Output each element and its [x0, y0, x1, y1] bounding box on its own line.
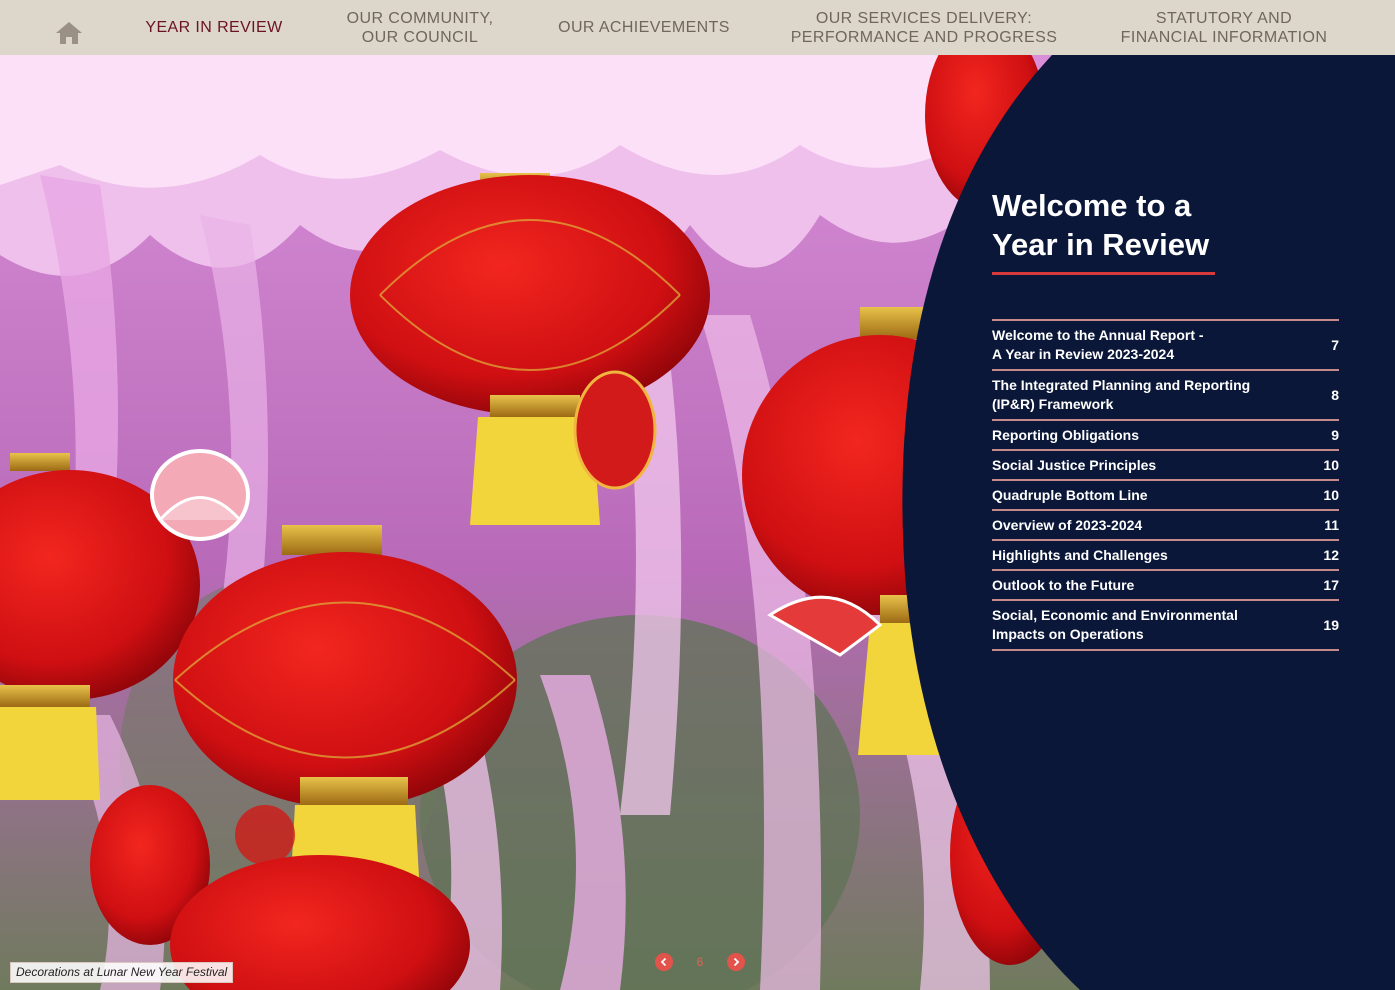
toc-item-label: Social Justice Principles: [992, 456, 1157, 473]
toc-item-label: Welcome to the Annual Report - A Year in…: [992, 326, 1292, 364]
toc-item-label-line2: (IP&R) Framework: [992, 396, 1114, 412]
toc-item-label-line1: Welcome to the Annual Report -: [992, 327, 1204, 343]
previous-page-button[interactable]: [655, 953, 673, 971]
nav-label-line1: STATUTORY AND: [1155, 9, 1293, 27]
home-button[interactable]: [54, 20, 84, 46]
page-title-line2: Year in Review: [992, 227, 1210, 262]
title-underline: [992, 272, 1215, 275]
page-navigation: 6: [655, 952, 745, 972]
table-of-contents: Welcome to the Annual Report - A Year in…: [992, 319, 1339, 651]
nav-label: YEAR IN REVIEW: [145, 19, 283, 36]
nav-statutory-financial-information[interactable]: STATUTORY AND FINANCIAL INFORMATION: [1102, 0, 1346, 55]
nav-label-line1: OUR SERVICES DELIVERY:: [815, 9, 1033, 27]
nav-our-services-delivery[interactable]: OUR SERVICES DELIVERY: PERFORMANCE AND P…: [776, 0, 1072, 55]
nav-our-achievements[interactable]: OUR ACHIEVEMENTS: [544, 0, 744, 55]
toc-item-overview[interactable]: Overview of 2023-2024 11: [992, 511, 1339, 541]
toc-item-page: 19: [1323, 617, 1339, 633]
toc-item-label-line1: The Integrated Planning and Reporting: [992, 377, 1251, 393]
page-title-line1: Welcome to a: [992, 188, 1192, 223]
toc-item-outlook[interactable]: Outlook to the Future 17: [992, 571, 1339, 601]
page-number: 6: [696, 955, 704, 969]
toc-item-page: 11: [1324, 517, 1339, 533]
toc-item-label: The Integrated Planning and Reporting (I…: [992, 376, 1292, 414]
page-title: Welcome to a Year in Review: [992, 186, 1339, 264]
report-page: YEAR IN REVIEW OUR COMMUNITY, OUR COUNCI…: [0, 0, 1395, 990]
nav-label-line2: PERFORMANCE AND PROGRESS: [790, 28, 1058, 46]
toc-item-label: Outlook to the Future: [992, 576, 1135, 593]
next-page-button[interactable]: [727, 953, 745, 971]
chevron-left-icon: [660, 957, 667, 967]
toc-item-label: Highlights and Challenges: [992, 546, 1168, 563]
toc-item-page: 10: [1323, 487, 1339, 503]
toc-item-label-line2: A Year in Review 2023-2024: [992, 346, 1175, 362]
nav-label-line2: OUR COUNCIL: [361, 28, 479, 46]
photo-caption: Decorations at Lunar New Year Festival: [10, 962, 234, 983]
toc-item-quadruple-bottom-line[interactable]: Quadruple Bottom Line 10: [992, 481, 1339, 511]
toc-item-highlights[interactable]: Highlights and Challenges 12: [992, 541, 1339, 571]
toc-item-impacts[interactable]: Social, Economic and Environmental Impac…: [992, 601, 1339, 651]
toc-item-label: Overview of 2023-2024: [992, 516, 1143, 533]
nav-label-line1: OUR COMMUNITY,: [346, 9, 494, 27]
toc-item-label-line1: Social, Economic and Environmental: [992, 607, 1238, 623]
top-navigation: YEAR IN REVIEW OUR COMMUNITY, OUR COUNCI…: [0, 0, 1395, 55]
toc-item-label: Social, Economic and Environmental Impac…: [992, 606, 1292, 644]
contents-panel: Welcome to a Year in Review Welcome to t…: [992, 186, 1339, 651]
toc-item-page: 10: [1323, 457, 1339, 473]
nav-label: OUR ACHIEVEMENTS: [558, 19, 730, 36]
toc-item-social-justice[interactable]: Social Justice Principles 10: [992, 451, 1339, 481]
toc-item-label: Quadruple Bottom Line: [992, 486, 1148, 503]
toc-item-reporting-obligations[interactable]: Reporting Obligations 9: [992, 421, 1339, 451]
toc-item-welcome[interactable]: Welcome to the Annual Report - A Year in…: [992, 321, 1339, 371]
toc-item-page: 7: [1331, 337, 1339, 353]
toc-item-label-line2: Impacts on Operations: [992, 626, 1144, 642]
toc-item-page: 9: [1331, 427, 1339, 443]
nav-our-community-our-council[interactable]: OUR COMMUNITY, OUR COUNCIL: [330, 0, 510, 55]
nav-year-in-review[interactable]: YEAR IN REVIEW: [130, 0, 298, 55]
toc-item-ipr-framework[interactable]: The Integrated Planning and Reporting (I…: [992, 371, 1339, 421]
nav-label-line2: FINANCIAL INFORMATION: [1120, 28, 1328, 46]
toc-item-page: 17: [1323, 577, 1339, 593]
toc-item-label: Reporting Obligations: [992, 426, 1139, 443]
home-icon: [56, 22, 82, 44]
toc-item-page: 8: [1331, 387, 1339, 403]
chevron-right-icon: [733, 957, 740, 967]
toc-item-page: 12: [1323, 547, 1339, 563]
